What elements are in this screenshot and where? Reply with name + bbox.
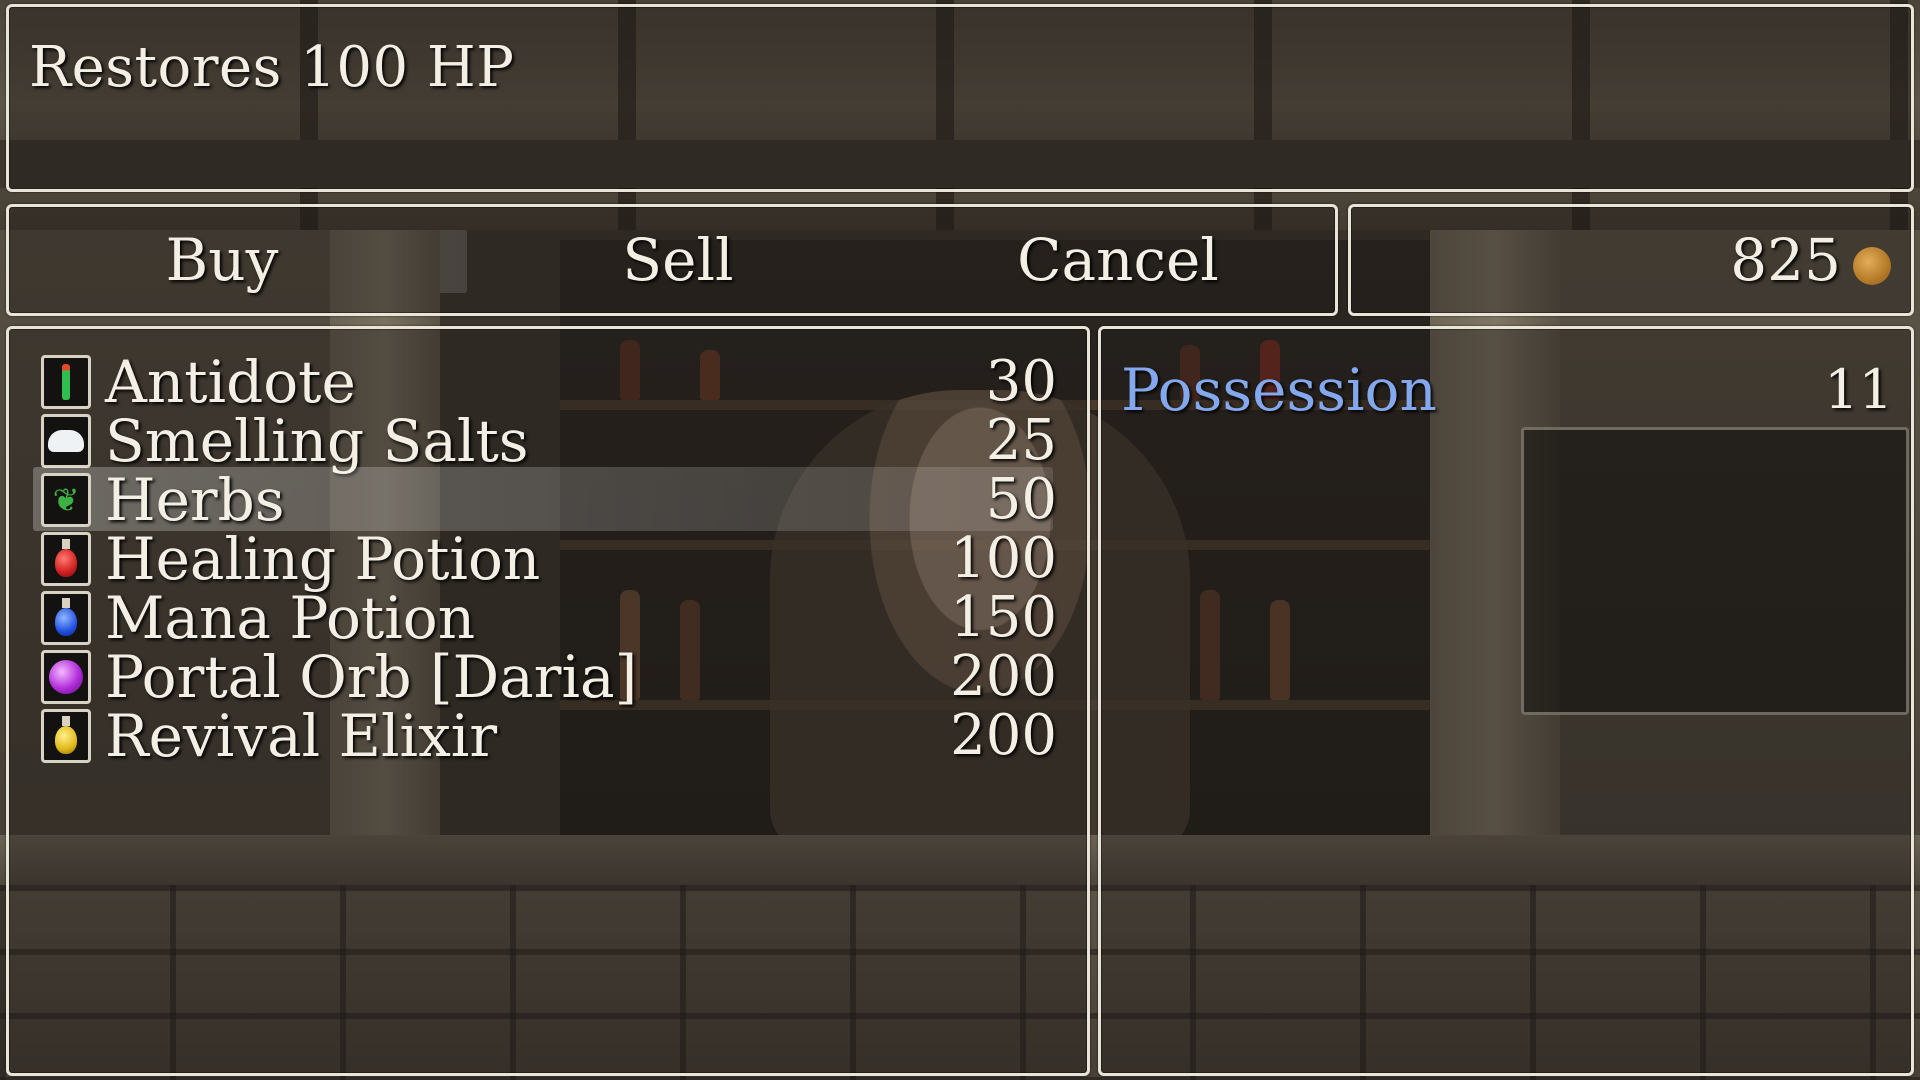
shop-command-window: Buy Sell Cancel [6, 204, 1338, 316]
gold-coin-icon [1853, 247, 1891, 285]
help-window: Restores 100 HP [6, 4, 1914, 192]
cancel-command-label: Cancel [1017, 226, 1219, 294]
buy-command[interactable]: Buy [35, 226, 467, 294]
shop-item-revival-elixir[interactable]: Revival Elixir 200 [29, 701, 1073, 771]
shop-status-window: Possession 11 [1098, 326, 1914, 1076]
possession-count: 11 [1824, 358, 1893, 421]
sell-command[interactable]: Sell [473, 227, 883, 293]
purple-orb-icon [41, 650, 91, 704]
item-name: Revival Elixir [105, 702, 498, 770]
buy-command-label: Buy [165, 226, 279, 294]
item-price: 200 [950, 703, 1057, 768]
buy-list-window: Antidote 30 Smelling Salts 25 ❦ Herbs 50… [6, 326, 1090, 1076]
possession-label: Possession [1121, 356, 1437, 424]
item-preview-frame [1521, 427, 1909, 715]
smelling-salts-icon [41, 414, 91, 468]
herb-leaf-icon: ❦ [41, 473, 91, 527]
antidote-vial-icon [41, 355, 91, 409]
blue-potion-icon [41, 591, 91, 645]
red-potion-icon [41, 532, 91, 586]
yellow-elixir-icon [41, 709, 91, 763]
gold-window: 825 [1348, 204, 1914, 316]
cancel-command[interactable]: Cancel [913, 227, 1323, 293]
gold-amount: 825 [1730, 226, 1841, 294]
item-description: Restores 100 HP [29, 35, 515, 100]
sell-command-label: Sell [622, 226, 734, 294]
